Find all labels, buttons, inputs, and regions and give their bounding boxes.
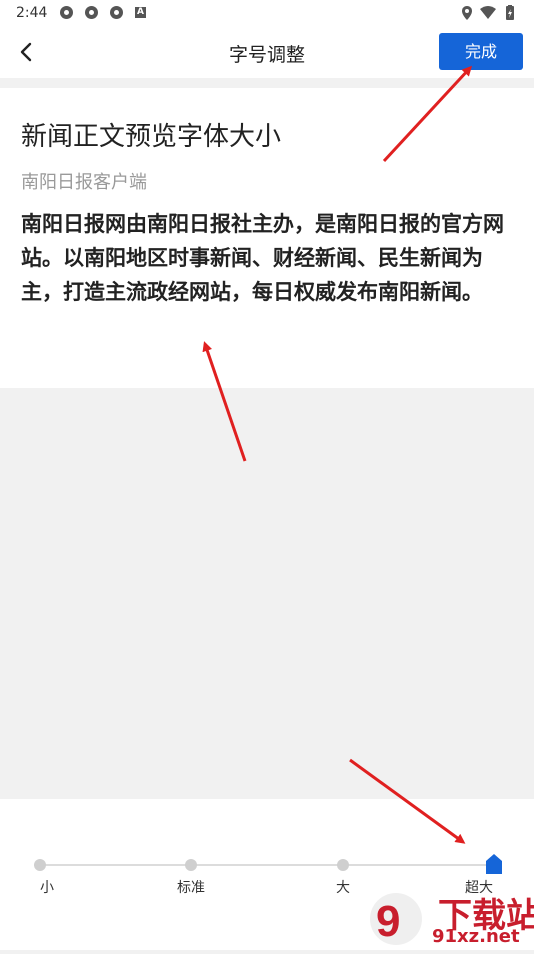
slider-dot-large[interactable] bbox=[337, 859, 349, 871]
done-button[interactable]: 完成 bbox=[439, 33, 523, 70]
header: 字号调整 完成 bbox=[0, 26, 534, 78]
slider-label-standard[interactable]: 标准 bbox=[177, 877, 205, 897]
status-time: 2:44 bbox=[16, 5, 48, 21]
watermark-logo: 9 下载站 91xz.net bbox=[366, 888, 534, 950]
location-icon bbox=[462, 6, 472, 20]
battery-icon bbox=[506, 5, 514, 20]
preview-title: 新闻正文预览字体大小 bbox=[21, 122, 282, 152]
status-right-icons bbox=[462, 5, 518, 21]
watermark-emblem: 9 bbox=[370, 893, 422, 946]
slider-dot-small[interactable] bbox=[34, 859, 46, 871]
a-icon: A bbox=[135, 7, 146, 18]
app-notification-icon bbox=[60, 6, 73, 19]
status-bar: 2:44 A bbox=[0, 0, 534, 26]
watermark-url: 91xz.net bbox=[432, 926, 520, 947]
slider-track[interactable] bbox=[40, 864, 494, 866]
preview-body: 南阳日报网由南阳日报社主办，是南阳日报的官方网站。以南阳地区时事新闻、财经新闻、… bbox=[21, 212, 504, 304]
slider-thumb[interactable] bbox=[485, 854, 503, 874]
app-notification-icon bbox=[110, 6, 123, 19]
slider-label-large[interactable]: 大 bbox=[336, 877, 350, 897]
preview-source: 南阳日报客户端 bbox=[21, 172, 147, 193]
svg-text:9: 9 bbox=[376, 897, 400, 946]
app-notification-icon bbox=[85, 6, 98, 19]
slider-label-small[interactable]: 小 bbox=[40, 877, 54, 897]
slider-dot-standard[interactable] bbox=[185, 859, 197, 871]
preview-card: 新闻正文预览字体大小 南阳日报客户端 南阳日报网由南阳日报社主办，是南阳日报的官… bbox=[0, 88, 534, 388]
wifi-icon bbox=[480, 6, 496, 19]
